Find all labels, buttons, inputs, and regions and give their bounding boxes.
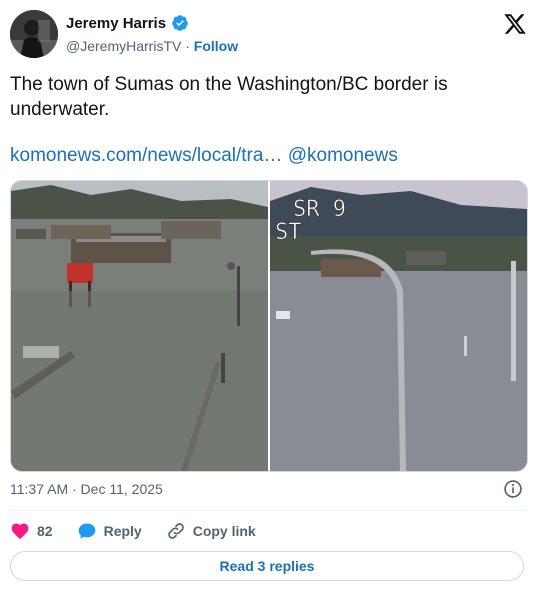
- link-icon: [167, 523, 184, 539]
- mention-link[interactable]: @komonews: [288, 145, 398, 166]
- article-link[interactable]: komonews.com/news/local/tra…: [10, 145, 282, 166]
- author-handle[interactable]: @JeremyHarrisTV: [66, 38, 181, 54]
- right-flood-photo[interactable]: SR 9 ST: [270, 181, 527, 471]
- left-flood-photo[interactable]: [11, 181, 268, 471]
- camera-overlay-line1: SR 9: [293, 197, 346, 222]
- heart-icon: [11, 523, 29, 539]
- x-logo-icon[interactable]: [503, 12, 527, 36]
- reply-bubble-icon: [78, 523, 95, 539]
- like-button[interactable]: 82: [10, 521, 53, 541]
- handle-separator: ·: [185, 38, 190, 54]
- tweet-actions: 82 Reply Copy link: [10, 520, 280, 542]
- verified-badge-icon: [172, 15, 188, 31]
- tweet-timestamp[interactable]: 11:37 AM · Dec 11, 2025: [10, 481, 163, 497]
- follow-button[interactable]: Follow: [194, 38, 238, 54]
- info-icon[interactable]: [503, 479, 523, 499]
- reply-button[interactable]: Reply: [77, 521, 142, 541]
- like-count: 82: [37, 523, 53, 539]
- divider: [10, 510, 527, 511]
- tweet-links: komonews.com/news/local/tra… @komonews: [10, 145, 398, 167]
- media-photos: SR 9 ST: [11, 181, 527, 471]
- read-replies-button[interactable]: Read 3 replies: [10, 551, 524, 581]
- tweet-text: The town of Sumas on the Washington/BC b…: [10, 74, 448, 120]
- avatar-image: [10, 10, 58, 58]
- author-name-row[interactable]: Jeremy Harris: [66, 14, 189, 32]
- camera-overlay-line2: ST: [275, 220, 302, 245]
- tweet-media[interactable]: SR 9 ST: [10, 180, 528, 472]
- copy-link-label: Copy link: [192, 523, 256, 539]
- reply-label: Reply: [103, 523, 142, 539]
- copy-link-button[interactable]: Copy link: [166, 521, 256, 541]
- author-handle-row: @JeremyHarrisTV · Follow: [66, 38, 238, 54]
- author-name[interactable]: Jeremy Harris: [66, 15, 166, 32]
- author-avatar[interactable]: [10, 10, 58, 58]
- tweet-card: Jeremy Harris @JeremyHarrisTV · Follow T…: [0, 0, 541, 594]
